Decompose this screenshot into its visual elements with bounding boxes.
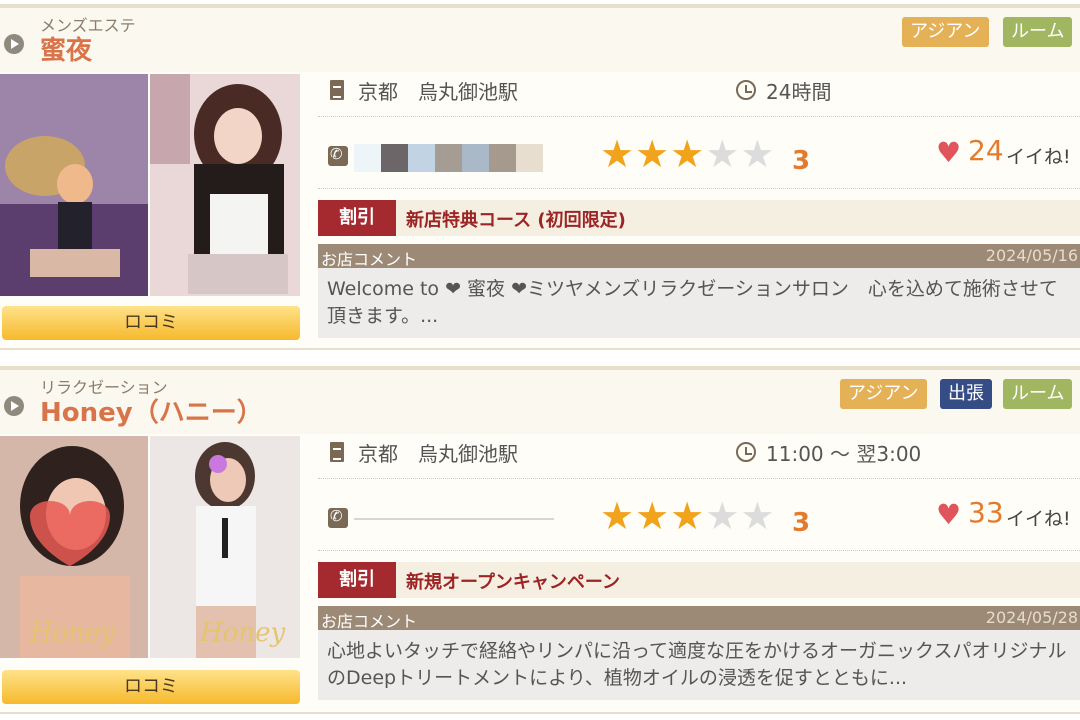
star-icon: ★: [705, 132, 741, 176]
discount-text[interactable]: 新店特典コース (初回限定): [406, 206, 626, 232]
shop-photo[interactable]: Honey: [0, 436, 148, 658]
shop-name[interactable]: 蜜夜: [40, 30, 92, 67]
discount-text[interactable]: 新規オープンキャンペーン: [406, 568, 620, 594]
listing-card: メンズエステ 蜜夜 アジアン ルーム ロコミ 京都 烏丸御池駅 24時間 ✆ ★…: [0, 8, 1080, 348]
phone-rating-row: ★★★★★ 3 ♥ 24 イイね!: [318, 120, 1080, 189]
location-text[interactable]: 京都 烏丸御池駅: [358, 76, 518, 105]
likes-count: 33: [968, 496, 1004, 529]
star-icon: ★: [600, 494, 636, 538]
hours-text: 11:00 ～ 翌3:00: [766, 442, 922, 466]
tag-asian[interactable]: アジアン: [840, 379, 927, 409]
star-rating: ★★★★★: [600, 132, 775, 176]
comment-date: 2024/05/16: [985, 246, 1078, 265]
phone-icon: [328, 145, 348, 166]
review-button[interactable]: ロコミ: [2, 306, 300, 340]
listing-header: リラクゼーション Honey（ハニー） アジアン 出張 ルーム: [0, 370, 1080, 434]
rating-value: 3: [792, 508, 811, 538]
comment-date: 2024/05/28: [985, 608, 1078, 627]
review-button[interactable]: ロコミ: [2, 670, 300, 704]
listing-header: メンズエステ 蜜夜 アジアン ルーム: [0, 8, 1080, 72]
star-icon: ★: [635, 494, 671, 538]
hours-text: 24時間: [766, 80, 832, 104]
document-pin-icon: [330, 442, 344, 462]
phone-number-blurred[interactable]: [354, 518, 554, 520]
star-icon: ★: [705, 494, 741, 538]
location-text[interactable]: 京都 烏丸御池駅: [358, 438, 518, 467]
likes-label: イイね!: [1006, 146, 1071, 168]
svg-text:Honey: Honey: [199, 618, 285, 648]
tag-room[interactable]: ルーム: [1003, 17, 1073, 47]
star-icon: ★: [600, 132, 636, 176]
shop-photo[interactable]: [0, 74, 148, 296]
listing-divider: [0, 712, 1080, 714]
listing-divider: [0, 348, 1080, 350]
phone-icon: [328, 507, 348, 528]
shop-photo[interactable]: [150, 74, 300, 296]
phone-rating-row: ★★★★★ 3 ♥ 33 イイね!: [318, 482, 1080, 551]
star-rating: ★★★★★: [600, 494, 775, 538]
svg-text:Honey: Honey: [29, 618, 115, 648]
arrow-right-circle-icon: [4, 34, 24, 54]
star-icon: ★: [670, 494, 706, 538]
likes-count: 24: [968, 134, 1004, 167]
location-hours-row: 京都 烏丸御池駅 11:00 ～ 翌3:00: [318, 428, 1080, 479]
star-icon: ★: [740, 494, 776, 538]
comment-body: Welcome to ❤ 蜜夜 ❤ミツヤメンズリラクゼーションサロン 心を込めて…: [318, 268, 1080, 338]
location-hours-row: 京都 烏丸御池駅 24時間: [318, 66, 1080, 117]
clock-icon: [736, 80, 756, 100]
phone-number-blurred[interactable]: [354, 144, 543, 172]
star-icon: ★: [740, 132, 776, 176]
comment-text[interactable]: Welcome to ❤ 蜜夜 ❤ミツヤメンズリラクゼーションサロン 心を込めて…: [327, 276, 1071, 330]
discount-row[interactable]: 割引 新規オープンキャンペーン: [318, 562, 1080, 598]
discount-badge: 割引: [318, 200, 396, 236]
shop-photo[interactable]: Honey: [150, 436, 300, 658]
document-pin-icon: [330, 80, 344, 100]
clock-icon: [736, 442, 756, 462]
shop-name[interactable]: Honey（ハニー）: [40, 392, 263, 429]
heart-icon[interactable]: ♥: [936, 498, 961, 531]
heart-icon[interactable]: ♥: [936, 136, 961, 169]
discount-row[interactable]: 割引 新店特典コース (初回限定): [318, 200, 1080, 236]
listing-card: リラクゼーション Honey（ハニー） アジアン 出張 ルーム Honey Ho…: [0, 370, 1080, 710]
likes-label: イイね!: [1006, 508, 1071, 530]
tag-room[interactable]: ルーム: [1003, 379, 1073, 409]
tag-asian[interactable]: アジアン: [902, 17, 989, 47]
comment-label: お店コメント: [321, 250, 418, 269]
comment-body: 心地よいタッチで経絡やリンパに沿って適度な圧をかけるオーガニックスパオリジナルの…: [318, 630, 1080, 700]
rating-value: 3: [792, 146, 811, 176]
comment-text[interactable]: 心地よいタッチで経絡やリンパに沿って適度な圧をかけるオーガニックスパオリジナルの…: [327, 638, 1071, 692]
discount-badge: 割引: [318, 562, 396, 598]
comment-header: お店コメント 2024/05/28: [318, 606, 1080, 631]
arrow-right-circle-icon: [4, 396, 24, 416]
tag-trip[interactable]: 出張: [940, 379, 992, 409]
star-icon: ★: [635, 132, 671, 176]
star-icon: ★: [670, 132, 706, 176]
comment-label: お店コメント: [321, 612, 418, 631]
comment-header: お店コメント 2024/05/16: [318, 244, 1080, 269]
